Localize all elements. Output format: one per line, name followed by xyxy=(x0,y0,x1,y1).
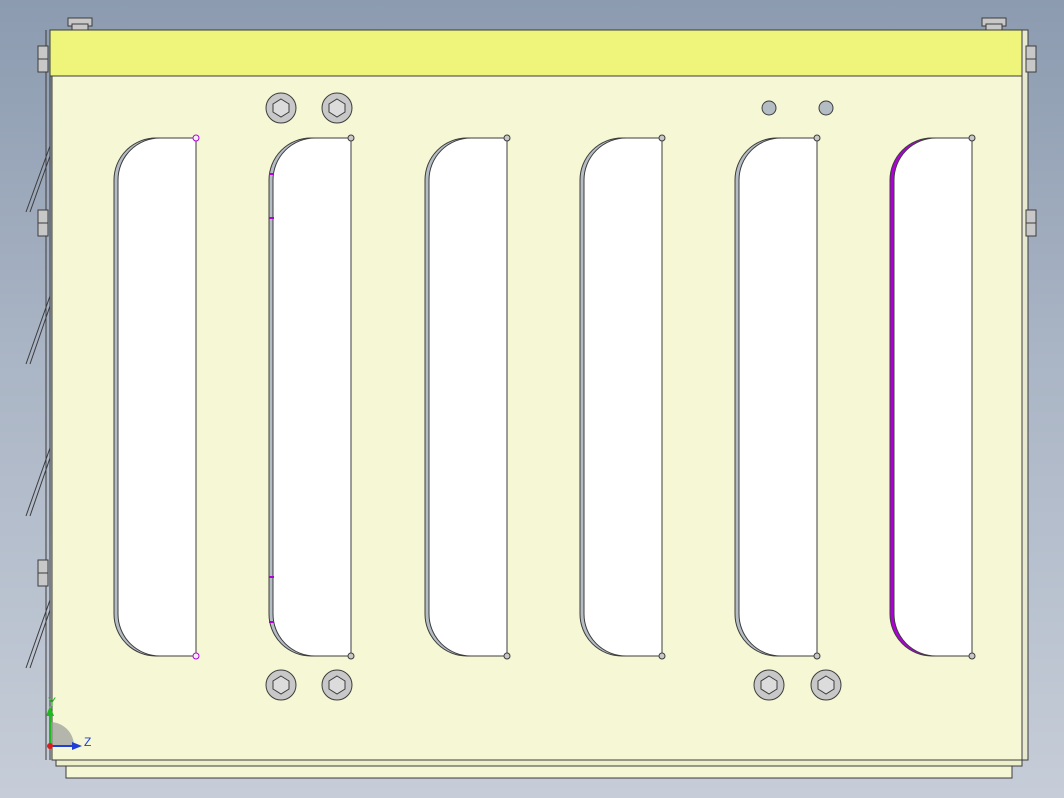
rail-end-cap-left xyxy=(67,17,93,31)
z-axis-label: Z xyxy=(84,735,91,749)
pin-top-1[interactable] xyxy=(761,100,777,116)
cad-viewport[interactable]: Y Z xyxy=(0,0,1064,798)
bottom-flange xyxy=(55,759,1023,779)
pin-top-2[interactable] xyxy=(818,100,834,116)
hex-bolt-bottom-2[interactable] xyxy=(321,669,353,701)
slot-1[interactable] xyxy=(113,134,200,660)
slot-3[interactable] xyxy=(424,134,511,660)
side-screw-left-middle xyxy=(37,209,49,237)
slot-5[interactable] xyxy=(734,134,821,660)
hex-bolt-bottom-1[interactable] xyxy=(265,669,297,701)
side-screw-right-top xyxy=(1025,45,1037,73)
rail-end-cap-right xyxy=(981,17,1007,31)
hex-bolt-top-2[interactable] xyxy=(321,92,353,124)
left-side-bracket xyxy=(25,30,51,760)
hex-bolt-bottom-3[interactable] xyxy=(753,669,785,701)
slot-4[interactable] xyxy=(579,134,666,660)
y-axis-label: Y xyxy=(48,695,56,709)
top-rail[interactable] xyxy=(49,29,1023,77)
side-screw-right-middle xyxy=(1025,209,1037,237)
slot-2[interactable] xyxy=(268,134,355,660)
side-screw-left-top xyxy=(37,45,49,73)
right-side-edge xyxy=(1021,29,1029,761)
hex-bolt-bottom-4[interactable] xyxy=(810,669,842,701)
slot-6-selected[interactable] xyxy=(889,134,976,660)
hex-bolt-top-1[interactable] xyxy=(265,92,297,124)
side-screw-left-bottom xyxy=(37,559,49,587)
triad-origin xyxy=(47,743,53,749)
